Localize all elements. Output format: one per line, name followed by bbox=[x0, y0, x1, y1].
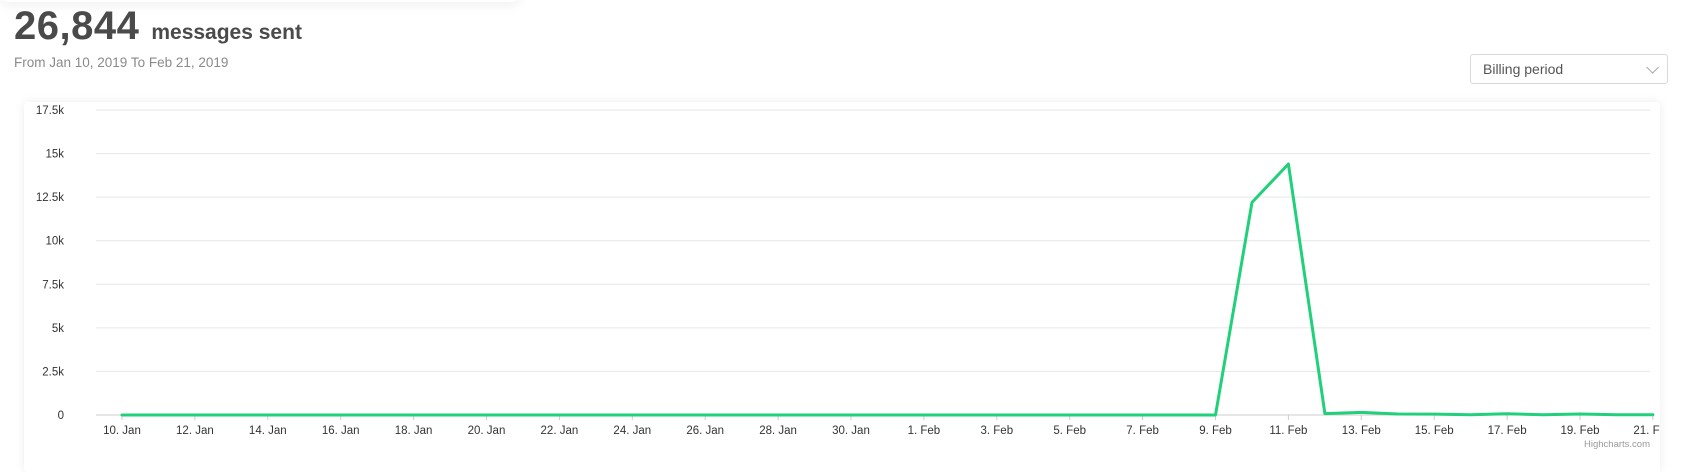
x-tick-label: 17. Feb bbox=[1488, 425, 1527, 437]
y-tick-label: 17.5k bbox=[36, 105, 64, 117]
x-tick-label: 5. Feb bbox=[1053, 425, 1086, 437]
summary-header: 26,844 messages sent From Jan 10, 2019 T… bbox=[14, 4, 302, 70]
messages-chart: 0 2.5k 5k 7.5k 10k 12.5k 15k 17.5k 10. Jan 12. Ja… bbox=[36, 105, 1673, 450]
x-tick-label: 13. Feb bbox=[1342, 425, 1381, 437]
x-tick-label: 28. Jan bbox=[759, 425, 797, 437]
message-count-label: messages sent bbox=[151, 21, 302, 44]
x-tick-label: 15. Feb bbox=[1415, 425, 1454, 437]
highcharts-credit[interactable]: Highcharts.com bbox=[1584, 439, 1650, 450]
y-tick-label: 7.5k bbox=[42, 279, 64, 291]
x-tick-label: 10. Jan bbox=[103, 425, 141, 437]
x-tick-label: 22. Jan bbox=[541, 425, 579, 437]
x-tick-label: 12. Jan bbox=[176, 425, 214, 437]
date-range: From Jan 10, 2019 To Feb 21, 2019 bbox=[14, 55, 229, 70]
message-count: 26,844 bbox=[14, 4, 140, 48]
header-shadow bbox=[0, 0, 520, 2]
x-tick-label: 20. Jan bbox=[468, 425, 506, 437]
x-tick-label: 7. Feb bbox=[1126, 425, 1159, 437]
series-line bbox=[120, 162, 1655, 417]
y-tick-label: 2.5k bbox=[42, 366, 64, 378]
x-tick-label: 3. Feb bbox=[980, 425, 1013, 437]
chart-card: 0 2.5k 5k 7.5k 10k 12.5k 15k 17.5k 10. Jan 12. Ja… bbox=[24, 102, 1673, 472]
x-tick-label: 11. Feb bbox=[1269, 425, 1307, 437]
x-tick-label: 30. Jan bbox=[832, 425, 870, 437]
x-tick-label: 26. Jan bbox=[686, 425, 724, 437]
y-tick-label: 15k bbox=[45, 149, 64, 161]
x-tick-label: 18. Jan bbox=[395, 425, 433, 437]
x-tick-label: 9. Feb bbox=[1199, 425, 1232, 437]
period-select-value: Billing period bbox=[1483, 61, 1564, 77]
x-tick-label: 14. Jan bbox=[249, 425, 287, 437]
y-tick-label: 5k bbox=[52, 323, 64, 335]
x-tick-label: 24. Jan bbox=[613, 425, 651, 437]
x-tick-label: 21. Feb bbox=[1633, 425, 1660, 437]
y-tick-label: 10k bbox=[45, 236, 64, 248]
x-tick-label: 16. Jan bbox=[322, 425, 360, 437]
chevron-down-icon bbox=[1646, 60, 1659, 74]
x-tick-label: 1. Feb bbox=[908, 425, 941, 437]
y-tick-label: 12.5k bbox=[36, 192, 64, 204]
y-tick-label: 0 bbox=[58, 410, 64, 422]
period-select[interactable]: Billing period bbox=[1470, 54, 1668, 84]
x-tick-label: 19. Feb bbox=[1561, 425, 1600, 437]
headline: 26,844 messages sent bbox=[14, 4, 302, 49]
